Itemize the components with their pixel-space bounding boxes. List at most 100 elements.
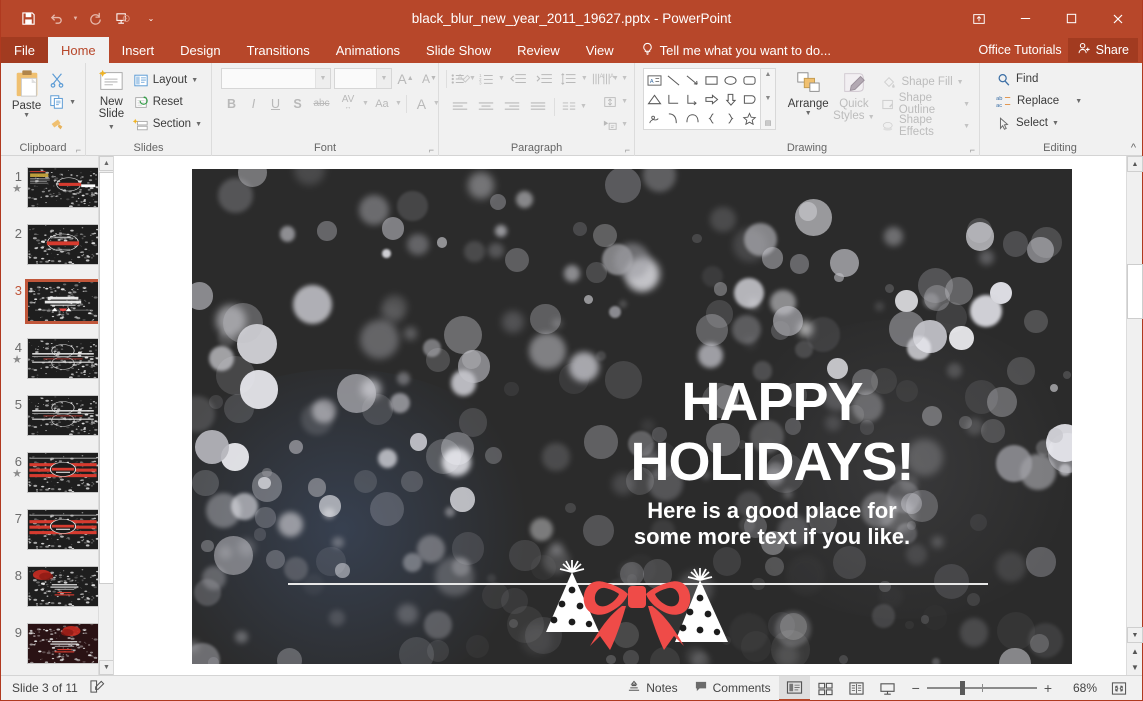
- slide-thumbnail-image[interactable]: [27, 566, 99, 607]
- current-slide[interactable]: HAPPY HOLIDAYS! Here is a good place for…: [192, 169, 1072, 664]
- animation-star-icon[interactable]: ★: [1, 355, 22, 366]
- bold-button[interactable]: B: [221, 93, 242, 114]
- share-button[interactable]: Share: [1068, 38, 1138, 62]
- shape-triangle-icon[interactable]: [645, 90, 664, 109]
- underline-button[interactable]: U: [265, 93, 286, 114]
- tab-review[interactable]: Review: [504, 37, 573, 63]
- decrease-font-size-button[interactable]: A▼: [419, 68, 440, 89]
- arrange-button[interactable]: Arrange ▼: [784, 68, 832, 117]
- redo-icon[interactable]: [82, 7, 108, 31]
- slide-thumbnail-image[interactable]: [27, 623, 99, 664]
- customize-quick-access-icon[interactable]: ⌄: [138, 7, 164, 31]
- copy-dropdown-icon[interactable]: ▼: [69, 99, 76, 106]
- shape-oval-icon[interactable]: [721, 71, 740, 90]
- align-text-button[interactable]: A: [599, 68, 621, 89]
- slide-thumbnail-3[interactable]: 3: [1, 278, 113, 335]
- arrange-dropdown-icon[interactable]: ▼: [805, 110, 812, 117]
- slide-indicator[interactable]: Slide 3 of 11: [12, 681, 78, 695]
- font-color-button[interactable]: A: [411, 93, 432, 114]
- undo-dropdown-icon[interactable]: ▼: [71, 7, 80, 31]
- shapes-gallery-scrollbar[interactable]: ▲ ▼ ▤: [761, 68, 776, 130]
- shape-text-box-icon[interactable]: A: [645, 71, 664, 90]
- slide-show-view-button[interactable]: [872, 676, 903, 701]
- reading-view-button[interactable]: [841, 676, 872, 701]
- zoom-in-button[interactable]: +: [1044, 680, 1052, 696]
- slide-thumbnail-image[interactable]: [27, 338, 99, 379]
- notes-page-icon[interactable]: [89, 679, 106, 697]
- close-icon[interactable]: [1094, 0, 1142, 37]
- align-right-button[interactable]: [499, 96, 525, 117]
- normal-view-button[interactable]: [779, 676, 810, 701]
- shape-right-arrow-icon[interactable]: [702, 90, 721, 109]
- save-icon[interactable]: [15, 7, 41, 31]
- shape-flowchart-icon[interactable]: [740, 90, 759, 109]
- justify-button[interactable]: [525, 96, 551, 117]
- slide-thumbnail-7[interactable]: 7: [1, 506, 113, 563]
- format-painter-button[interactable]: [45, 113, 80, 135]
- animation-star-icon[interactable]: ★: [1, 184, 22, 195]
- shape-star-icon[interactable]: [740, 109, 759, 128]
- tab-design[interactable]: Design: [167, 37, 233, 63]
- shape-left-brace-icon[interactable]: [702, 109, 721, 128]
- shape-fill-button[interactable]: Shape Fill ▼: [877, 71, 974, 93]
- replace-button[interactable]: abac Replace ▼: [992, 90, 1086, 112]
- vertical-align-button[interactable]: [599, 91, 621, 112]
- cut-button[interactable]: [45, 69, 80, 91]
- slideshow-icon[interactable]: [110, 7, 136, 31]
- new-slide-button[interactable]: New Slide ▼: [94, 66, 129, 134]
- shape-right-brace-icon[interactable]: [721, 109, 740, 128]
- slide-thumbnail-8[interactable]: 8: [1, 563, 113, 620]
- office-tutorials-link[interactable]: Office Tutorials: [979, 43, 1062, 57]
- tab-view[interactable]: View: [573, 37, 627, 63]
- section-button[interactable]: Section ▼: [129, 113, 206, 135]
- vertical-align-dropdown-icon[interactable]: ▼: [621, 98, 628, 105]
- thumbnail-scrollbar[interactable]: ▲ ▼: [98, 156, 113, 675]
- slide-thumbnail-1[interactable]: 1★: [1, 164, 113, 221]
- tab-insert[interactable]: Insert: [109, 37, 168, 63]
- italic-button[interactable]: I: [243, 93, 264, 114]
- paste-dropdown-icon[interactable]: ▼: [23, 112, 30, 119]
- shapes-gallery-more-icon[interactable]: ▤: [765, 119, 772, 127]
- section-dropdown-icon[interactable]: ▼: [195, 121, 202, 128]
- convert-smartart-dropdown-icon[interactable]: ▼: [621, 121, 628, 128]
- next-slide-icon[interactable]: ▼: [1127, 659, 1143, 675]
- bullets-dropdown-icon[interactable]: ▼: [469, 75, 476, 82]
- animation-star-icon[interactable]: ★: [1, 469, 22, 480]
- zoom-control[interactable]: − +: [903, 680, 1061, 696]
- slide-thumbnail-5[interactable]: 5: [1, 392, 113, 449]
- minimize-icon[interactable]: [1002, 0, 1048, 37]
- scrollbar-thumb[interactable]: [1127, 264, 1143, 319]
- tab-file[interactable]: File: [1, 37, 48, 63]
- layout-button[interactable]: Layout ▼: [129, 69, 206, 91]
- character-spacing-dropdown-icon[interactable]: ▼: [362, 100, 369, 107]
- slide-thumbnail-9[interactable]: 9: [1, 620, 113, 675]
- font-name-dropdown-icon[interactable]: ▼: [315, 69, 330, 88]
- zoom-slider[interactable]: [927, 681, 1037, 695]
- slide-vertical-scrollbar[interactable]: ▲ ▼ ▲ ▼: [1126, 156, 1142, 675]
- slide-thumbnail-4[interactable]: 4★: [1, 335, 113, 392]
- slide-thumbnail-pane[interactable]: 1★234★56★789 ▲ ▼: [1, 156, 114, 675]
- scroll-up-icon[interactable]: ▲: [1127, 156, 1143, 172]
- slide-thumbnail-image[interactable]: [27, 452, 99, 493]
- shape-rectangle-icon[interactable]: [702, 71, 721, 90]
- shape-scribble-icon[interactable]: [645, 109, 664, 128]
- align-text-dropdown-icon[interactable]: ▼: [621, 75, 628, 82]
- previous-slide-icon[interactable]: ▲: [1127, 643, 1143, 659]
- tab-slide-show[interactable]: Slide Show: [413, 37, 504, 63]
- thumbnail-scroll-down-icon[interactable]: ▼: [99, 660, 114, 675]
- slide-thumbnail-image[interactable]: [27, 395, 99, 436]
- slide-editing-area[interactable]: HAPPY HOLIDAYS! Here is a good place for…: [114, 156, 1142, 675]
- reset-button[interactable]: Reset: [129, 91, 206, 113]
- change-case-button[interactable]: Aa: [370, 93, 394, 114]
- text-shadow-button[interactable]: S: [287, 93, 308, 114]
- shape-arc-icon[interactable]: [683, 109, 702, 128]
- thumbnail-scrollbar-thumb[interactable]: [99, 172, 114, 584]
- scroll-down-icon[interactable]: ▼: [1127, 627, 1143, 643]
- fit-to-window-button[interactable]: [1103, 676, 1134, 701]
- find-button[interactable]: Find: [992, 68, 1086, 90]
- font-size-input[interactable]: ▼: [334, 68, 392, 89]
- line-spacing-button[interactable]: [557, 68, 581, 89]
- font-name-input[interactable]: ▼: [221, 68, 331, 89]
- tell-me-search[interactable]: Tell me what you want to do...: [641, 37, 831, 63]
- zoom-percentage[interactable]: 68%: [1061, 681, 1097, 695]
